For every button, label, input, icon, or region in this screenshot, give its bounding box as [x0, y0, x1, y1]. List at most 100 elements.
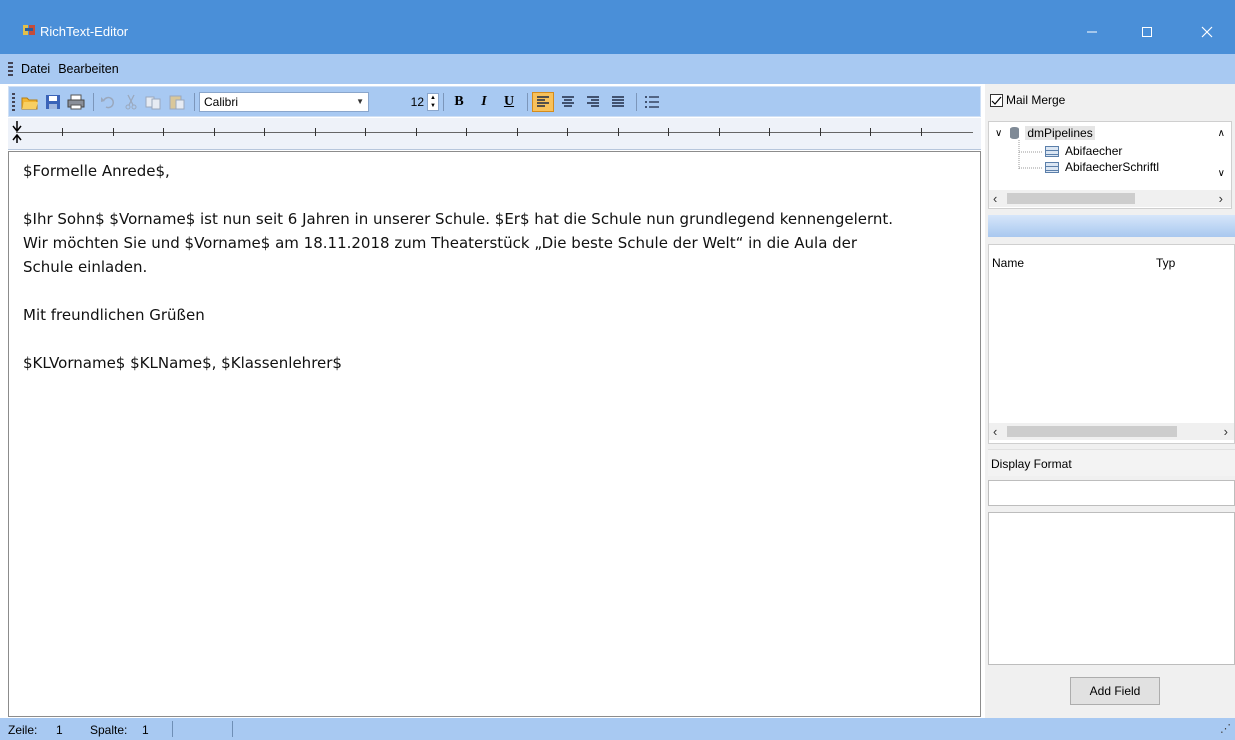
- align-right-button[interactable]: [582, 92, 604, 112]
- underline-button[interactable]: U: [498, 92, 520, 112]
- ruler-tick: [820, 128, 821, 136]
- chevron-down-icon[interactable]: ∨: [995, 128, 1002, 139]
- ruler-tick: [769, 128, 770, 136]
- ruler-tick: [365, 128, 366, 136]
- field-list-hscrollbar[interactable]: ‹ ›: [989, 423, 1234, 440]
- spin-up-icon[interactable]: ▲: [428, 94, 438, 102]
- menu-datei[interactable]: Datei: [17, 62, 54, 76]
- menu-bearbeiten[interactable]: Bearbeiten: [54, 62, 122, 76]
- tree-item[interactable]: Abifaecher: [1045, 143, 1122, 159]
- document-line[interactable]: $Formelle Anrede$,: [23, 159, 980, 183]
- ruler-tick: [668, 128, 669, 136]
- mail-merge-checkbox[interactable]: Mail Merge: [990, 93, 1065, 107]
- align-justify-button[interactable]: [607, 92, 629, 112]
- ruler-tick: [264, 128, 265, 136]
- bullet-list-button[interactable]: [641, 92, 663, 112]
- save-icon: [46, 94, 60, 109]
- close-button[interactable]: [1184, 18, 1230, 46]
- row-value: 1: [56, 723, 63, 737]
- copy-button[interactable]: [144, 92, 164, 112]
- minimize-icon: [1087, 31, 1097, 33]
- undo-icon: [101, 96, 115, 108]
- open-button[interactable]: [20, 92, 40, 112]
- ruler-tick: [315, 128, 316, 136]
- indent-marker-icon[interactable]: [12, 120, 22, 144]
- bullet-list-icon: [645, 95, 659, 108]
- add-field-button[interactable]: Add Field: [1070, 677, 1160, 705]
- scroll-thumb[interactable]: [1007, 193, 1135, 204]
- bold-button[interactable]: B: [448, 92, 470, 112]
- paste-icon: [169, 95, 185, 109]
- status-bar: Zeile: 1 Spalte: 1 ⋰: [0, 718, 1235, 740]
- ruler-tick: [870, 128, 871, 136]
- document-editor[interactable]: $Formelle Anrede$, $Ihr Sohn$ $Vorname$ …: [8, 151, 981, 717]
- scroll-left-icon[interactable]: ‹: [993, 190, 997, 207]
- paste-button[interactable]: [167, 92, 187, 112]
- maximize-button[interactable]: [1124, 18, 1170, 46]
- tree-lines: [1018, 140, 1043, 170]
- toolbar-separator: [443, 92, 444, 111]
- scroll-right-icon[interactable]: ›: [1224, 423, 1228, 440]
- font-name-combo[interactable]: Calibri ▼: [199, 91, 369, 112]
- align-left-button[interactable]: [532, 91, 554, 112]
- minimize-button[interactable]: [1069, 18, 1115, 46]
- scroll-up-icon[interactable]: ∧: [1218, 128, 1225, 139]
- toolbar-grip[interactable]: [12, 92, 15, 111]
- tree-item-label[interactable]: Abifaecher: [1065, 144, 1122, 158]
- field-list[interactable]: Name Typ ‹ ›: [988, 244, 1235, 444]
- resize-grip-icon[interactable]: ⋰: [1220, 722, 1231, 735]
- maximize-icon: [1142, 27, 1152, 37]
- copy-icon: [145, 96, 161, 109]
- checkbox-box[interactable]: [990, 93, 1003, 107]
- align-left-icon: [537, 95, 549, 107]
- align-center-button[interactable]: [557, 92, 579, 112]
- cut-button[interactable]: [121, 92, 141, 112]
- chevron-down-icon[interactable]: ▼: [356, 97, 364, 106]
- scroll-thumb[interactable]: [1007, 426, 1177, 437]
- scroll-down-icon[interactable]: ∨: [1218, 168, 1225, 179]
- font-size-value: 12: [410, 94, 424, 109]
- document-line[interactable]: Mit freundlichen Grüßen: [23, 303, 980, 327]
- toolbar-separator: [527, 92, 528, 111]
- spin-down-icon[interactable]: ▼: [428, 102, 438, 110]
- app-icon: [23, 25, 35, 35]
- align-justify-icon: [612, 95, 624, 107]
- ruler-tick: [567, 128, 568, 136]
- italic-button[interactable]: I: [473, 92, 495, 112]
- document-line[interactable]: $Ihr Sohn$ $Vorname$ ist nun seit 6 Jahr…: [23, 207, 980, 231]
- document-line[interactable]: Schule einladen.: [23, 255, 980, 279]
- status-divider: [232, 721, 233, 737]
- document-line[interactable]: $KLVorname$ $KLName$, $Klassenlehrer$: [23, 351, 980, 375]
- title-bar: RichText-Editor: [0, 0, 1235, 54]
- pipeline-tree[interactable]: ∨ dmPipelines Abifaecher AbifaecherSchri…: [988, 121, 1232, 209]
- ruler[interactable]: [8, 118, 981, 150]
- print-icon: [67, 94, 85, 109]
- align-right-icon: [587, 95, 599, 107]
- document-line[interactable]: Wir möchten Sie und $Vorname$ am 18.11.2…: [23, 231, 980, 255]
- menu-bar: Datei Bearbeiten: [0, 54, 1235, 84]
- display-format-list[interactable]: [988, 512, 1235, 665]
- scroll-left-icon[interactable]: ‹: [993, 423, 997, 440]
- ruler-tick: [214, 128, 215, 136]
- spinner-arrows[interactable]: ▲ ▼: [427, 92, 439, 111]
- tree-hscrollbar[interactable]: ‹ ›: [989, 190, 1231, 207]
- font-size-spinner[interactable]: 12 ▲ ▼: [395, 92, 439, 112]
- ruler-tick: [163, 128, 164, 136]
- tree-item-label[interactable]: AbifaecherSchriftl: [1065, 160, 1159, 174]
- save-button[interactable]: [43, 92, 63, 112]
- undo-button[interactable]: [98, 92, 118, 112]
- document-line[interactable]: [23, 183, 980, 207]
- tree-item[interactable]: AbifaecherSchriftl: [1045, 159, 1159, 175]
- column-name-header[interactable]: Name: [992, 256, 1024, 270]
- tree-root[interactable]: ∨ dmPipelines: [995, 125, 1095, 141]
- menu-grip[interactable]: [8, 62, 13, 76]
- column-type-header[interactable]: Typ: [1156, 256, 1175, 270]
- display-format-input[interactable]: [988, 480, 1235, 506]
- document-line[interactable]: [23, 279, 980, 303]
- document-line[interactable]: [23, 327, 980, 351]
- ruler-tick: [466, 128, 467, 136]
- ruler-tick: [618, 128, 619, 136]
- tree-root-label[interactable]: dmPipelines: [1025, 126, 1095, 140]
- print-button[interactable]: [66, 92, 86, 112]
- scroll-right-icon[interactable]: ›: [1219, 190, 1223, 207]
